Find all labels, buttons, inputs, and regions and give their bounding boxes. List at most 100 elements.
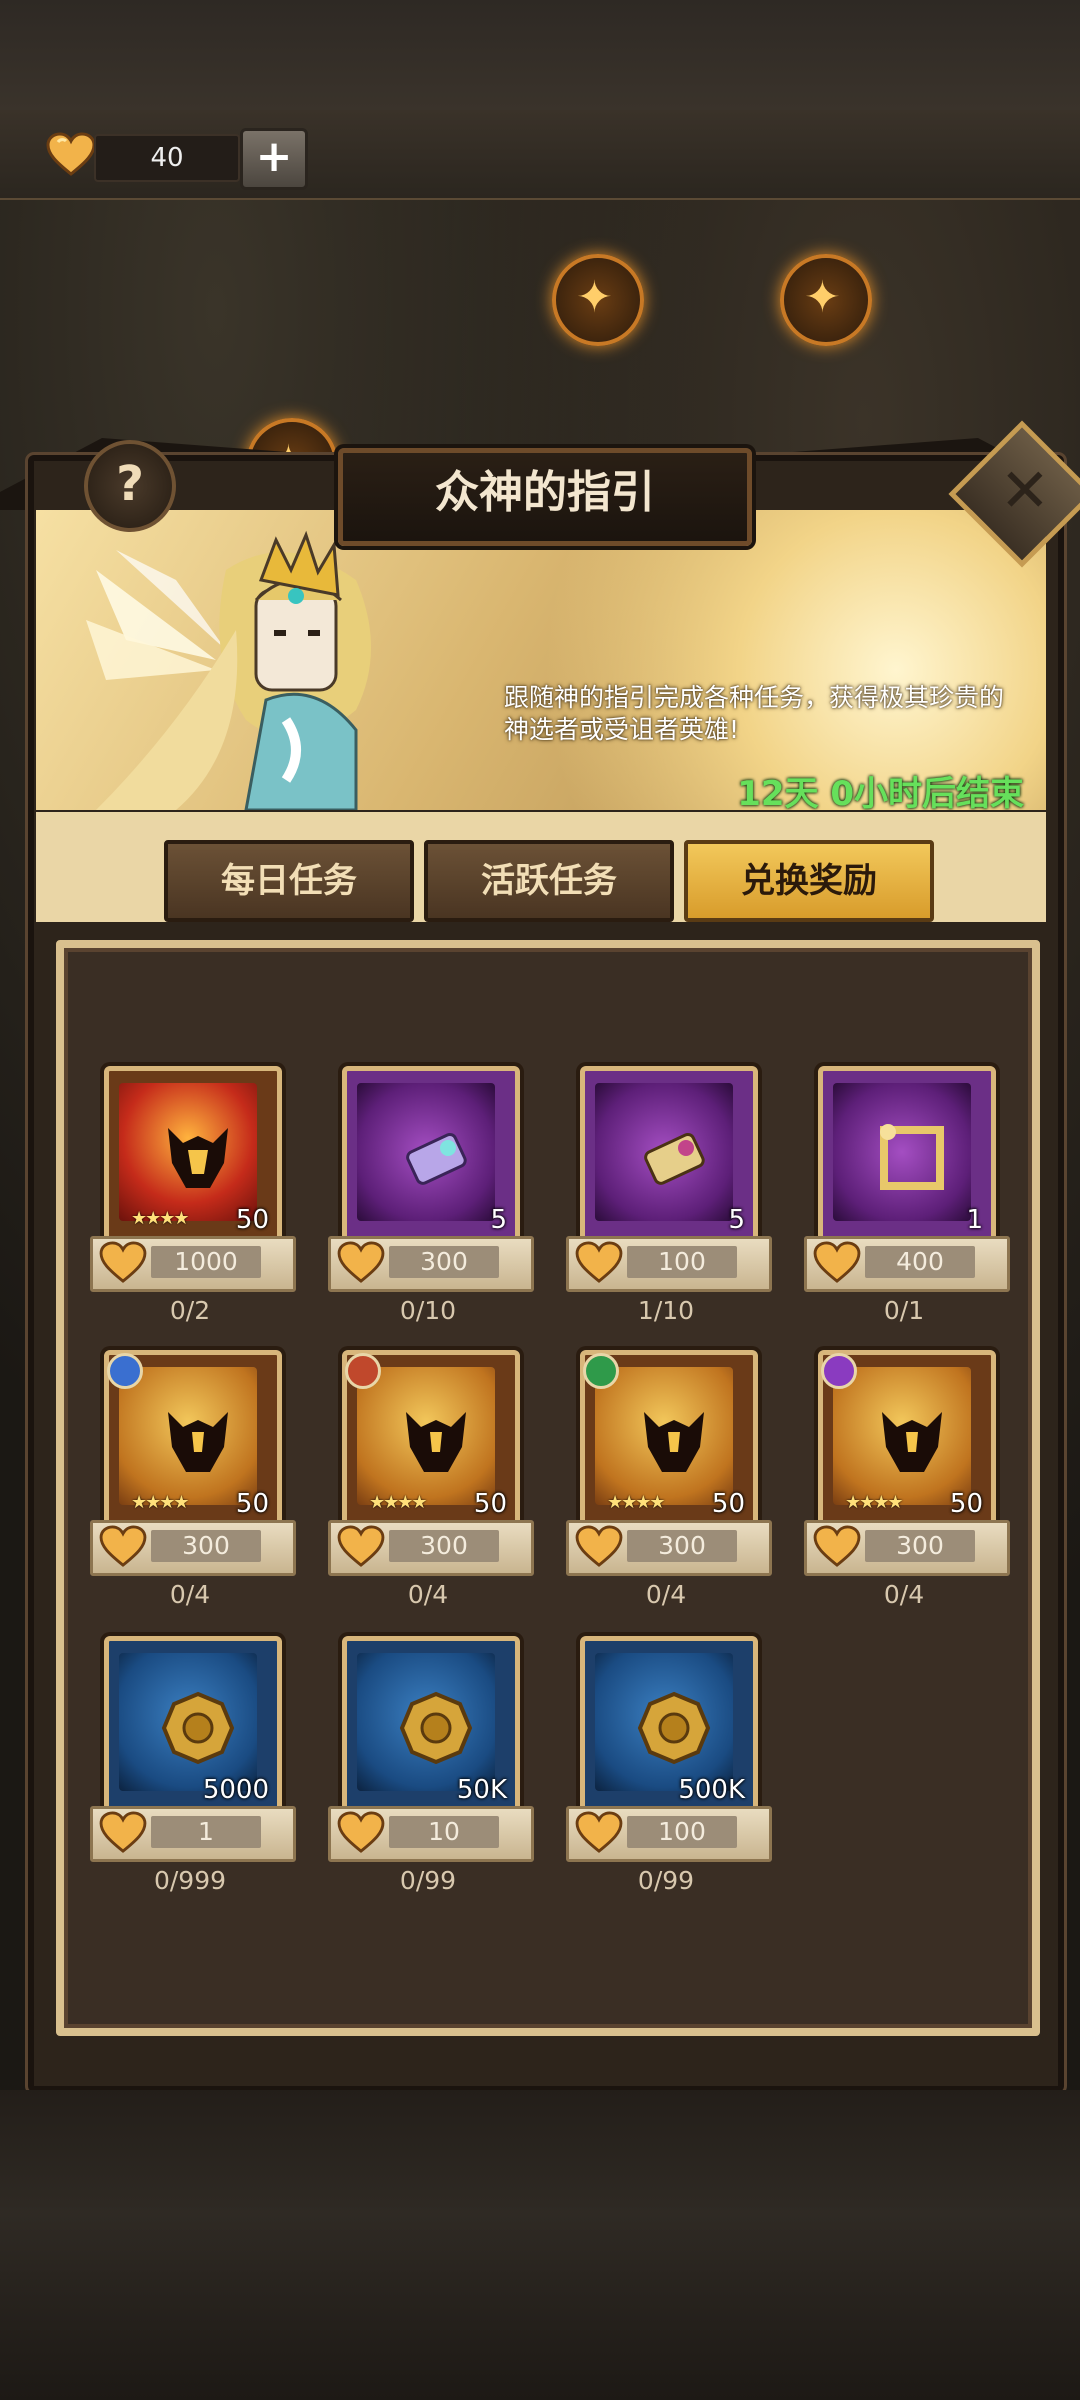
item-quantity: 50	[711, 1489, 745, 1519]
hero-shard-item	[357, 1367, 495, 1505]
rarity-stars: ★★★★	[369, 1492, 428, 1513]
gold-coin-item	[357, 1653, 495, 1791]
tab-daily-tasks[interactable]: 每日任务	[164, 840, 414, 922]
item-quantity: 50	[235, 1489, 269, 1519]
reward-card[interactable]: 5	[580, 1066, 758, 1246]
price-tag: 100	[566, 1806, 772, 1862]
faction-badge-icon	[107, 1353, 143, 1389]
price-value: 1000	[151, 1246, 261, 1278]
heart-currency-icon	[99, 1525, 147, 1567]
close-icon: ✕	[999, 456, 1050, 527]
gold-coin-item	[595, 1653, 733, 1791]
item-quantity: 5000	[202, 1775, 269, 1805]
price-value: 300	[627, 1530, 737, 1562]
exchange-progress: 0/99	[637, 1866, 695, 1895]
top-status-area	[0, 0, 1080, 110]
horned-helmet-icon	[644, 1412, 704, 1472]
price-tag: 1000	[90, 1236, 296, 1292]
reward-card[interactable]: 5	[342, 1066, 520, 1246]
hero-shard-item	[119, 1367, 257, 1505]
faction-badge-icon	[821, 1353, 857, 1389]
reward-card[interactable]: 500K	[580, 1636, 758, 1816]
price-tag: 10	[328, 1806, 534, 1862]
gold-coin-icon	[399, 1691, 473, 1765]
price-tag: 300	[90, 1520, 296, 1576]
faction-badge-icon	[583, 1353, 619, 1389]
horned-helmet-icon	[168, 1128, 228, 1188]
faction-badge-icon	[345, 1353, 381, 1389]
help-button[interactable]: ?	[84, 440, 176, 532]
price-value: 10	[389, 1816, 499, 1848]
horned-helmet-icon	[882, 1412, 942, 1472]
tab-active-tasks[interactable]: 活跃任务	[424, 840, 674, 922]
goddess-hero-illustration	[86, 530, 371, 810]
price-tag: 300	[328, 1520, 534, 1576]
rarity-stars: ★★★★	[131, 1208, 190, 1229]
heart-currency-icon	[575, 1241, 623, 1283]
gold-coin-icon	[161, 1691, 235, 1765]
price-value: 300	[151, 1530, 261, 1562]
item-quantity: 50	[949, 1489, 983, 1519]
price-value: 1	[151, 1816, 261, 1848]
price-tag: 400	[804, 1236, 1010, 1292]
item-quantity: 5	[490, 1205, 507, 1235]
price-tag: 100	[566, 1236, 772, 1292]
hero-shard-item	[119, 1083, 257, 1221]
price-tag: 1	[90, 1806, 296, 1862]
heart-currency-icon	[337, 1811, 385, 1853]
currency-amount: 40	[94, 134, 240, 182]
item-quantity: 50	[235, 1205, 269, 1235]
price-tag: 300	[328, 1236, 534, 1292]
exchange-progress: 0/10	[399, 1296, 457, 1325]
horned-helmet-icon	[168, 1412, 228, 1472]
price-value: 100	[627, 1246, 737, 1278]
sparkle-orb-icon: ✦	[780, 254, 872, 346]
bottom-background-blur	[0, 2090, 1080, 2400]
reward-card[interactable]: ★★★★ 50	[580, 1350, 758, 1530]
heart-currency-icon	[99, 1241, 147, 1283]
heart-currency-icon	[99, 1811, 147, 1853]
heart-currency-icon	[337, 1525, 385, 1567]
rarity-stars: ★★★★	[845, 1492, 904, 1513]
exchange-progress: 0/1	[883, 1296, 925, 1325]
price-value: 300	[389, 1246, 499, 1278]
reward-card[interactable]: ★★★★ 50	[104, 1350, 282, 1530]
scroll-icon	[406, 1132, 467, 1185]
add-currency-button[interactable]: +	[240, 128, 308, 190]
reward-card[interactable]: ★★★★ 50	[342, 1350, 520, 1530]
reward-card[interactable]: 1	[818, 1066, 996, 1246]
item-quantity: 500K	[678, 1775, 745, 1805]
tab-exchange-rewards[interactable]: 兑换奖励	[684, 840, 934, 922]
exchange-progress: 0/4	[169, 1580, 211, 1609]
event-description: 跟随神的指引完成各种任务，获得极其珍贵的神选者或受诅者英雄!	[504, 683, 1005, 744]
gold-coin-item	[119, 1653, 257, 1791]
exchange-progress: 0/999	[153, 1866, 227, 1895]
item-quantity: 50K	[456, 1775, 507, 1805]
reward-card[interactable]: ★★★★ 50	[818, 1350, 996, 1530]
exchange-progress: 0/2	[169, 1296, 211, 1325]
scroll-item	[357, 1083, 495, 1221]
item-quantity: 1	[966, 1205, 983, 1235]
price-tag: 300	[804, 1520, 1010, 1576]
heart-currency-icon	[337, 1241, 385, 1283]
price-value: 400	[865, 1246, 975, 1278]
sparkle-orb-icon: ✦	[552, 254, 644, 346]
scroll-item	[595, 1083, 733, 1221]
item-quantity: 50	[473, 1489, 507, 1519]
exchange-progress: 0/4	[645, 1580, 687, 1609]
heart-currency-icon	[46, 132, 96, 176]
page-title: 众神的指引	[338, 448, 752, 546]
reward-card[interactable]: 5000	[104, 1636, 282, 1816]
hero-shard-item	[595, 1367, 733, 1505]
reward-card[interactable]: 50K	[342, 1636, 520, 1816]
price-value: 300	[865, 1530, 975, 1562]
price-value: 100	[627, 1816, 737, 1848]
hero-shard-item	[833, 1367, 971, 1505]
event-timer: 12天 0小时后结束	[737, 774, 1024, 810]
reward-card[interactable]: ★★★★ 50	[104, 1066, 282, 1246]
exchange-progress: 0/4	[883, 1580, 925, 1609]
price-tag: 300	[566, 1520, 772, 1576]
gold-coin-icon	[637, 1691, 711, 1765]
event-banner: 跟随神的指引完成各种任务，获得极其珍贵的神选者或受诅者英雄! 12天 0小时后结…	[36, 510, 1046, 810]
exchange-progress: 1/10	[637, 1296, 695, 1325]
